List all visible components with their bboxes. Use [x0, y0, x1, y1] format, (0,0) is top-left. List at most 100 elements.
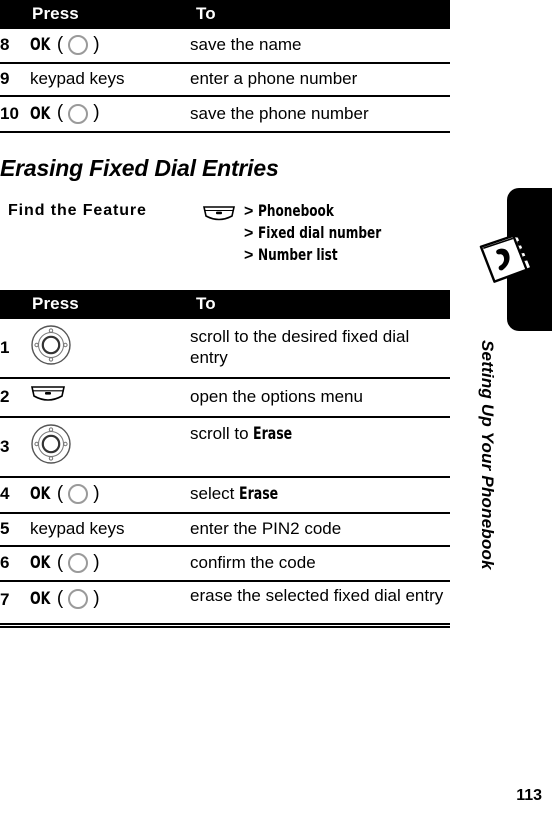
description-text: scroll to — [190, 424, 254, 444]
description-cell: open the options menu — [190, 378, 450, 419]
press-cell: OK ( ) — [30, 545, 190, 583]
page-content: Press To 8 OK ( ) save the name 9 keypad — [0, 0, 450, 817]
page-number: 113 — [516, 787, 542, 804]
row-number: 2 — [0, 378, 30, 419]
table-row: 1 scroll to the desired fixed dial entry — [0, 319, 450, 380]
paren-close: ) — [93, 588, 100, 609]
press-cell: keypad keys — [30, 63, 190, 98]
chevron-right-icon: > — [244, 225, 254, 242]
table-row: 9 keypad keys enter a phone number — [0, 63, 450, 98]
header-cell-blank — [0, 290, 30, 319]
paren-open: ( — [56, 102, 64, 124]
menu-path-label: Phonebook — [258, 201, 335, 220]
row-number: 5 — [0, 512, 30, 547]
table-row: 8 OK ( ) save the name — [0, 29, 450, 65]
select-key-icon — [68, 35, 89, 56]
navigation-key-icon — [30, 423, 190, 470]
select-key-icon — [68, 552, 89, 573]
ok-key-glyph: OK ( ) — [30, 34, 190, 56]
paren-close: ) — [93, 483, 100, 505]
paren-close: ) — [93, 551, 100, 573]
header-cell-to: To — [190, 290, 450, 319]
select-key-icon — [68, 484, 89, 505]
table-row: 4 OK ( ) select Erase — [0, 477, 450, 514]
menu-key-icon — [30, 384, 190, 410]
ok-key-glyph: OK ( ) — [30, 552, 190, 574]
press-cell: OK ( ) — [30, 96, 190, 133]
description-text: scroll to the desired fixed dial entry — [190, 327, 410, 367]
menu-path-label: Number list — [258, 245, 338, 264]
header-cell-press: Press — [30, 290, 190, 319]
menu-key-icon — [202, 204, 236, 229]
ok-key-label: OK — [30, 552, 51, 573]
press-cell: OK ( ) — [30, 581, 190, 616]
ok-key-label: OK — [30, 103, 51, 124]
menu-path-item: > Phonebook — [244, 201, 405, 223]
phonebook-icon — [474, 228, 536, 290]
description-cell: erase the selected fixed dial entry — [190, 586, 444, 605]
paren-close: ) — [93, 34, 100, 55]
paren-open: ( — [56, 551, 64, 573]
menu-item-name: Erase — [239, 484, 279, 505]
table-row: 10 OK ( ) save the phone number — [0, 96, 450, 133]
ok-key-label: OK — [30, 484, 51, 505]
press-cell: keypad keys — [30, 512, 190, 547]
press-cell — [30, 319, 190, 380]
select-key-icon — [68, 103, 89, 124]
description-text: open the options menu — [190, 387, 363, 407]
description-cell: scroll to Erase — [190, 417, 450, 479]
row-number: 10 — [0, 96, 30, 133]
section-title: Erasing Fixed Dial Entries — [0, 155, 279, 181]
header-cell-blank — [0, 0, 30, 29]
table-row: 7 OK ( ) erase the selected fixed dial e… — [0, 581, 450, 616]
table-header-row: Press To — [0, 290, 450, 319]
menu-path-label: Fixed dial number — [258, 223, 382, 242]
header-cell-press: Press — [30, 0, 190, 29]
procedure-table-main: Press To 1 scroll to the desired fixed d… — [0, 290, 450, 616]
navigation-key-icon — [30, 324, 190, 371]
row-number: 6 — [0, 545, 30, 583]
row-number: 7 — [0, 590, 10, 609]
chevron-right-icon: > — [244, 247, 254, 264]
select-key-icon — [68, 589, 89, 610]
table-row: 3 scroll to Erase — [0, 417, 450, 479]
description-text: select — [190, 484, 240, 504]
header-cell-to: To — [190, 0, 450, 29]
section-tab-label: Setting Up Your Phonebook — [478, 340, 497, 570]
press-cell: OK ( ) — [30, 477, 190, 514]
paren-open: ( — [56, 34, 64, 55]
row-number: 4 — [0, 477, 30, 514]
description-cell: scroll to the desired fixed dial entry — [190, 319, 450, 380]
find-the-feature-label: Find the Feature — [8, 202, 147, 219]
row-number: 1 — [0, 319, 30, 380]
row-number: 3 — [0, 417, 30, 479]
table-row: 5 keypad keys enter the PIN2 code — [0, 512, 450, 547]
description-cell: save the phone number — [190, 96, 450, 133]
chevron-right-icon: > — [244, 203, 254, 220]
menu-item-name: Erase — [253, 424, 293, 445]
menu-path-item: > Fixed dial number — [244, 223, 405, 245]
description-cell: save the name — [190, 29, 450, 65]
table-row: 6 OK ( ) confirm the code — [0, 545, 450, 583]
press-cell — [30, 378, 190, 419]
menu-path-item: > Number list — [244, 245, 405, 267]
description-cell: confirm the code — [190, 545, 450, 583]
table-row: 2 open the options menu — [0, 378, 450, 419]
menu-path-list: > Phonebook > Fixed dial number > Number… — [244, 201, 405, 267]
ok-key-label: OK — [30, 35, 51, 56]
press-cell — [30, 417, 190, 479]
paren-close: ) — [93, 102, 100, 124]
table-bottom-rule — [0, 623, 450, 628]
ok-key-glyph: OK ( ) — [30, 483, 190, 505]
ok-key-label: OK — [30, 589, 51, 610]
description-cell: select Erase — [190, 477, 450, 514]
description-cell: enter the PIN2 code — [190, 512, 450, 547]
row-number: 9 — [0, 63, 30, 98]
press-cell: OK ( ) — [30, 29, 190, 65]
ok-key-glyph: OK ( ) — [30, 588, 190, 610]
ok-key-glyph: OK ( ) — [30, 102, 190, 124]
paren-open: ( — [56, 483, 64, 505]
procedure-table-top: Press To 8 OK ( ) save the name 9 keypad — [0, 0, 450, 133]
description-cell: enter a phone number — [190, 63, 450, 98]
paren-open: ( — [56, 588, 64, 609]
